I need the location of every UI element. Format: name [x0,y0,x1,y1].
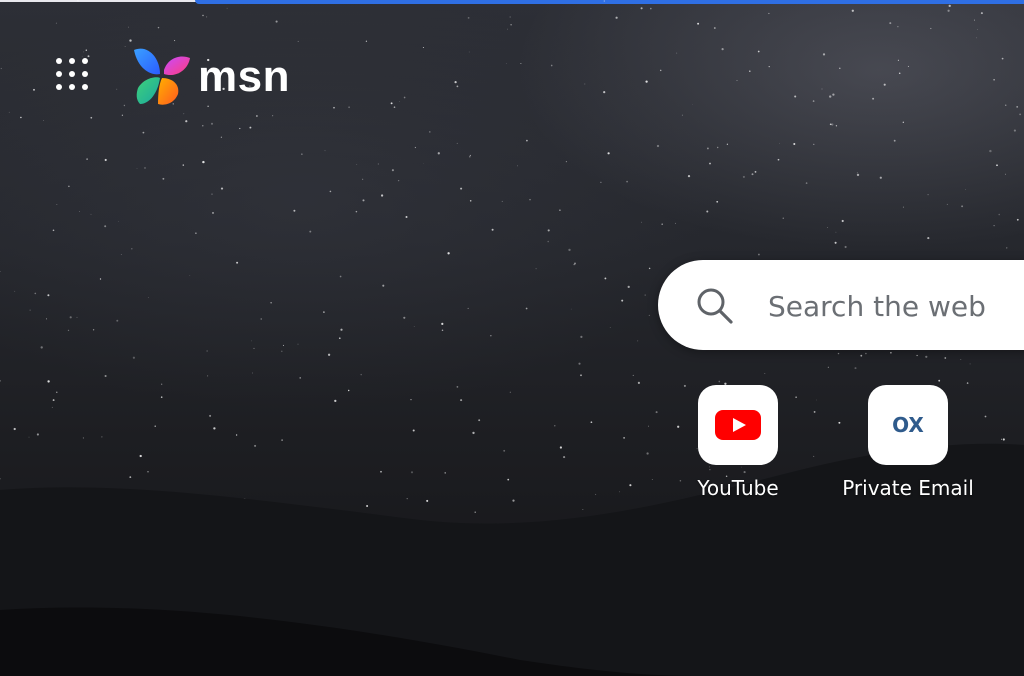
private-email-tile-icon-box: OX [868,385,948,465]
youtube-icon [715,410,761,440]
search-box[interactable] [658,260,1024,350]
apps-grid-icon [56,58,92,94]
youtube-tile-icon-box [698,385,778,465]
quick-link-youtube[interactable]: YouTube [683,385,793,500]
svg-text:OX: OX [892,413,924,437]
search-icon[interactable] [696,287,734,325]
msn-start-page: msn YouTube OX Private Email [0,0,1024,676]
apps-menu-button[interactable] [52,55,94,97]
search-input[interactable] [768,284,1024,328]
quick-link-label: Private Email [842,476,974,500]
quick-link-private-email[interactable]: OX Private Email [842,385,974,500]
ox-icon: OX [892,413,924,437]
logo-text: msn [198,52,290,101]
msn-logo[interactable]: msn [128,44,290,108]
quick-link-label: YouTube [697,476,779,500]
msn-butterfly-icon [134,48,190,105]
